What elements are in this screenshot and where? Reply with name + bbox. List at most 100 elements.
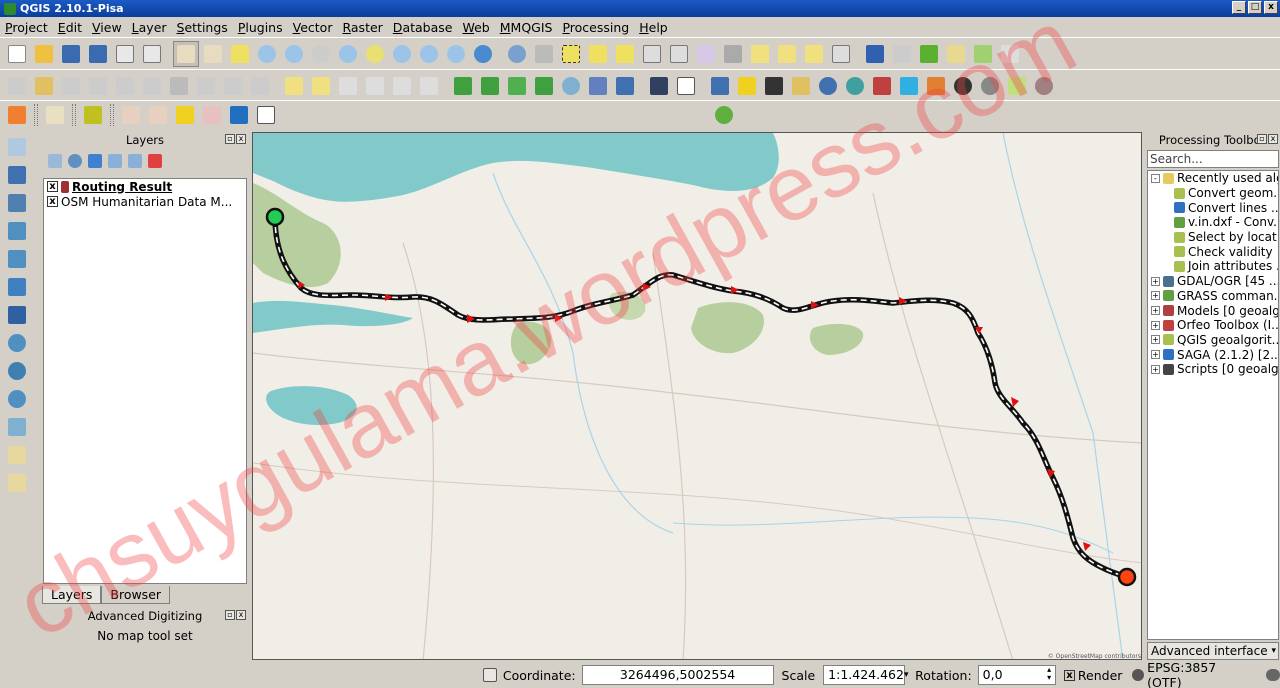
toggle-editing-button[interactable] (31, 73, 57, 99)
processing-tree-item[interactable]: + GRASS comman... (1148, 289, 1278, 304)
processing-tree-item[interactable]: Select by locat... (1148, 230, 1278, 245)
layer-item-osm-humanitarian[interactable]: x OSM Humanitarian Data M... (44, 194, 246, 209)
plugin-spark-button[interactable] (1004, 73, 1030, 99)
menu-processing[interactable]: Processing (557, 20, 634, 35)
remove-layer-icon[interactable] (148, 154, 162, 168)
tab-layers[interactable]: Layers (42, 586, 102, 604)
save-project-button[interactable] (58, 41, 84, 67)
pan-tool-button[interactable] (173, 40, 199, 67)
menu-raster[interactable]: Raster (337, 20, 387, 35)
notebook-button[interactable] (253, 102, 279, 128)
close-button[interactable]: x (1264, 1, 1278, 14)
expand-icon[interactable]: + (1151, 276, 1160, 286)
layer-visibility-checkbox[interactable]: x (47, 196, 58, 207)
zoom-last-button[interactable] (416, 41, 442, 67)
menu-plugins[interactable]: Plugins (233, 20, 288, 35)
pan-to-selection-button[interactable] (200, 41, 226, 67)
processing-tree-item[interactable]: Convert lines ... (1148, 200, 1278, 215)
current-edits-button[interactable] (4, 73, 30, 99)
new-bookmark-button[interactable] (774, 41, 800, 67)
zoom-in-button[interactable] (254, 41, 280, 67)
label-tool-4-button[interactable] (362, 73, 388, 99)
plugin-pencil-button[interactable] (923, 73, 949, 99)
label-tool-5-button[interactable] (389, 73, 415, 99)
add-spatialite-layer-button[interactable] (4, 218, 30, 244)
identify-button[interactable] (504, 41, 530, 67)
processing-tree-item[interactable]: v.in.dxf - Conv... (1148, 215, 1278, 230)
plugin-red-button[interactable] (869, 73, 895, 99)
add-vector-layer-button[interactable] (4, 134, 30, 160)
expand-icon[interactable]: + (1151, 320, 1160, 330)
add-postgis-layer-button[interactable] (4, 190, 30, 216)
expand-icon[interactable]: + (1151, 364, 1160, 374)
csw-button[interactable] (673, 73, 699, 99)
help-button[interactable] (862, 41, 888, 67)
tab-browser[interactable]: Browser (101, 586, 171, 604)
expand-icon[interactable]: + (1151, 350, 1160, 360)
processing-tree-item[interactable]: + QGIS geoalgorit... (1148, 333, 1278, 348)
measure-button[interactable] (720, 41, 746, 67)
text-annotation-button[interactable] (828, 41, 854, 67)
coordinate-toggle-icon[interactable] (483, 668, 497, 682)
composer-manager-button[interactable] (139, 41, 165, 67)
point-tool-1-button[interactable] (118, 102, 144, 128)
collapse-icon[interactable]: - (1151, 173, 1160, 183)
rotation-spinbox[interactable]: 0,0 ▴ ▾ (977, 665, 1057, 685)
plugin-undo-button[interactable] (815, 73, 841, 99)
cloud-plugin-button[interactable] (711, 102, 737, 128)
zoom-next-button[interactable] (443, 41, 469, 67)
python-console-button[interactable] (707, 73, 733, 99)
add-group-icon[interactable] (48, 154, 62, 168)
coordinate-field[interactable]: 3264496,5002554 (581, 665, 774, 685)
new-project-button[interactable] (4, 41, 30, 67)
touch-zoom-button[interactable] (227, 41, 253, 67)
add-db2-layer-button[interactable] (4, 302, 30, 328)
expand-icon[interactable]: + (1151, 335, 1160, 345)
virtual-layer-button[interactable] (4, 470, 30, 496)
delete-selected-button[interactable] (166, 73, 192, 99)
minimize-button[interactable]: _ (1232, 1, 1246, 14)
move-feature-button[interactable] (112, 73, 138, 99)
plugin-green-2-button[interactable] (477, 73, 503, 99)
route-end-marker[interactable] (1117, 567, 1137, 587)
plugin-gear2-button[interactable] (1031, 73, 1057, 99)
float-dock-button[interactable]: ▫ (225, 134, 235, 144)
plugin-dark-button[interactable] (646, 73, 672, 99)
menu-layer[interactable]: Layer (127, 20, 172, 35)
copy-features-button[interactable] (220, 73, 246, 99)
menu-settings[interactable]: Settings (172, 20, 233, 35)
maximize-button[interactable]: □ (1248, 1, 1262, 14)
plugin-paw-button[interactable] (950, 73, 976, 99)
map-canvas[interactable]: © OpenStreetMap contributors (252, 132, 1142, 660)
ipython-button[interactable] (761, 73, 787, 99)
plugin-globe2-button[interactable] (842, 73, 868, 99)
processing-tree-item[interactable]: + GDAL/OGR [45 ... (1148, 274, 1278, 289)
zoom-full-button[interactable] (335, 41, 361, 67)
label-tool-1-button[interactable] (281, 73, 307, 99)
menu-mmqgis[interactable]: MMQGIS (495, 20, 558, 35)
menu-edit[interactable]: Edit (53, 20, 87, 35)
warning-plugin-button[interactable] (734, 73, 760, 99)
plugin-db-manager-button[interactable] (612, 73, 638, 99)
crs-status[interactable]: EPSG:3857 (OTF) (1147, 660, 1252, 688)
processing-search-input[interactable]: Search... (1147, 150, 1279, 168)
add-wfs-layer-button[interactable] (4, 386, 30, 412)
point-tool-4-button[interactable] (199, 102, 225, 128)
field-calculator-button[interactable] (666, 41, 692, 67)
save-as-button[interactable] (85, 41, 111, 67)
layer-visibility-checkbox[interactable]: x (47, 181, 58, 192)
select-by-expression-button[interactable] (585, 41, 611, 67)
zoom-layer-button[interactable] (389, 41, 415, 67)
float-dock-button[interactable]: ▫ (1257, 134, 1267, 144)
menu-project[interactable]: Project (0, 20, 53, 35)
scale-combo[interactable]: 1:1.424.462 ▾ (823, 665, 908, 685)
processing-tree-item[interactable]: + SAGA (2.1.2) [2... (1148, 347, 1278, 362)
zoom-selection-button[interactable] (362, 41, 388, 67)
close-dock-button[interactable]: x (236, 610, 246, 620)
zoom-native-button[interactable] (308, 41, 334, 67)
menu-vector[interactable]: Vector (288, 20, 338, 35)
filter-legend-icon[interactable] (88, 154, 102, 168)
leaf-plugin-button[interactable] (80, 102, 106, 128)
add-mssql-layer-button[interactable] (4, 246, 30, 272)
point-tool-3-button[interactable] (172, 102, 198, 128)
